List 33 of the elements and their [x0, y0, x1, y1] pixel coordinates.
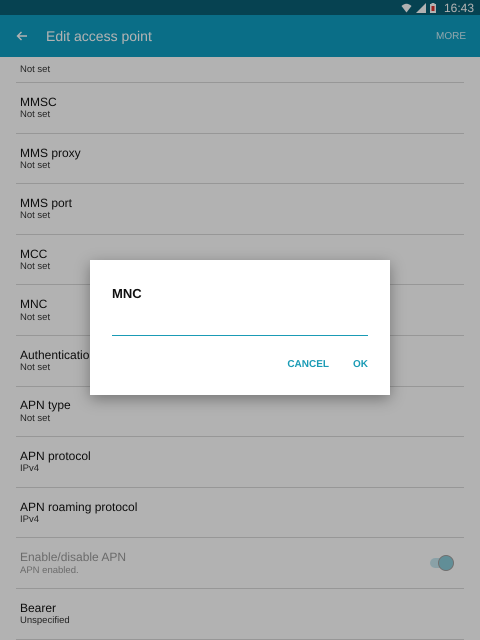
- setting-title: APN protocol: [20, 449, 91, 464]
- setting-title: Authenticatio: [20, 348, 90, 362]
- setting-value: IPv4: [20, 463, 40, 475]
- ok-button[interactable]: OK: [353, 352, 368, 376]
- battery-icon: [430, 2, 436, 12]
- setting-title: APN roaming protocol: [20, 500, 138, 514]
- setting-value: Not set: [20, 210, 50, 222]
- setting-value: Not set: [20, 312, 50, 324]
- setting-title: APN type: [20, 398, 71, 413]
- setting-value: Not set: [20, 362, 50, 374]
- setting-value: Unspecified: [20, 615, 70, 627]
- setting-title: MNC: [20, 297, 48, 312]
- signal-icon: [416, 2, 426, 12]
- screen-title: Edit access point: [46, 26, 153, 46]
- setting-title: Enable/disable APN: [20, 550, 126, 565]
- setting-value: Not set: [20, 261, 50, 272]
- setting-value: Not set: [20, 412, 50, 424]
- setting-value: IPv4: [20, 514, 40, 526]
- setting-title: MCC: [20, 246, 48, 262]
- setting-title: MMS proxy: [20, 146, 81, 160]
- back-arrow-icon[interactable]: [16, 31, 28, 41]
- clock: 16:43: [444, 0, 474, 16]
- setting-value: Not set: [20, 64, 50, 76]
- setting-value: Not set: [20, 109, 50, 121]
- setting-value: Not set: [20, 160, 50, 172]
- setting-value: APN enabled.: [20, 564, 79, 576]
- more-menu[interactable]: MORE: [436, 28, 466, 44]
- cancel-button[interactable]: CANCEL: [287, 352, 329, 376]
- setting-title: MMS port: [20, 196, 72, 210]
- setting-title: MMSC: [20, 94, 57, 110]
- wifi-icon: [400, 2, 412, 12]
- setting-title: Bearer: [20, 600, 56, 616]
- dialog-title: MNC: [112, 285, 143, 303]
